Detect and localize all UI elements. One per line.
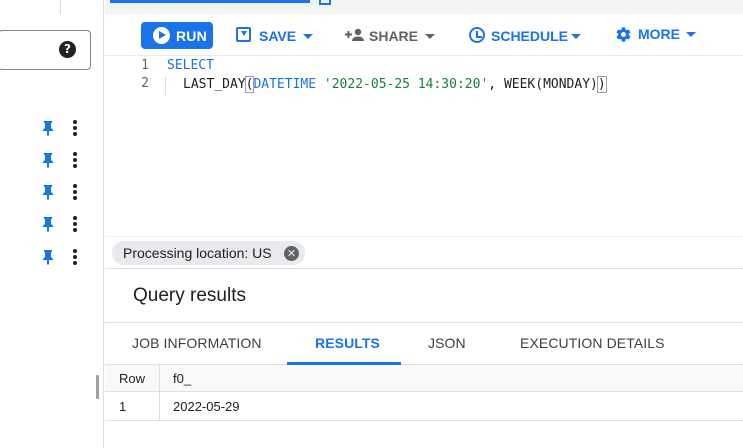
table-header: Row f0_ <box>105 365 743 392</box>
line-gutter: 1 2 <box>105 56 165 236</box>
explorer-panel: ? <box>0 0 104 448</box>
more-vert-icon[interactable] <box>71 151 79 169</box>
more-button[interactable]: MORE <box>615 26 699 46</box>
results-tabs: JOB INFORMATION RESULTS JSON EXECUTION D… <box>105 322 743 365</box>
schedule-button[interactable]: SCHEDULE <box>469 26 583 46</box>
text-cursor <box>605 76 607 90</box>
pin-icon[interactable] <box>40 120 56 136</box>
editor-tab-strip <box>105 0 743 14</box>
table-cell[interactable]: 2022-05-29 <box>173 399 240 414</box>
resource-row[interactable] <box>38 213 88 235</box>
help-icon[interactable]: ? <box>59 41 76 58</box>
play-icon <box>153 27 170 44</box>
save-icon <box>236 27 251 42</box>
add-person-icon <box>345 28 364 41</box>
resource-row[interactable] <box>38 117 88 139</box>
resource-row[interactable] <box>38 181 88 203</box>
schedule-label: SCHEDULE <box>491 28 569 44</box>
query-results-title: Query results <box>133 285 246 306</box>
share-label: SHARE <box>369 28 419 44</box>
sql-argument: WEEK(MONDAY) <box>503 77 598 92</box>
code-line[interactable]: SELECT <box>167 58 214 73</box>
divider <box>60 0 61 14</box>
chevron-down-icon <box>425 34 435 39</box>
clock-icon <box>469 27 485 43</box>
sql-function: LAST_DAY <box>183 77 246 92</box>
code-line[interactable]: LAST_DAY(DATETIME '2022-05-25 14:30:20',… <box>183 76 607 93</box>
sql-editor[interactable]: 1 2 SELECT LAST_DAY(DATETIME '2022-05-25… <box>105 56 743 236</box>
column-header: Row <box>119 371 146 386</box>
chevron-down-icon <box>571 34 581 39</box>
line-number: 1 <box>141 58 149 73</box>
tab-job-information[interactable]: JOB INFORMATION <box>132 335 262 351</box>
indent-guide <box>165 77 166 95</box>
pin-icon[interactable] <box>40 216 56 232</box>
results-table: Row f0_ 1 2022-05-29 <box>105 365 743 421</box>
column-header: f0_ <box>173 371 192 386</box>
resource-row[interactable] <box>38 246 88 268</box>
pin-icon[interactable] <box>40 249 56 265</box>
row-number-cell: 1 <box>119 399 127 414</box>
table-row[interactable]: 1 2022-05-29 <box>105 393 743 421</box>
tab-results[interactable]: RESULTS <box>315 335 380 351</box>
gear-icon <box>616 27 631 42</box>
query-editor-area: RUN SAVE SHARE SCHEDULE MORE 1 2 SELECT … <box>105 0 743 448</box>
sql-punct: , <box>488 77 504 92</box>
pin-icon[interactable] <box>40 152 56 168</box>
tab-execution-details[interactable]: EXECUTION DETAILS <box>520 335 665 351</box>
line-number: 2 <box>141 76 149 91</box>
editor-toolbar: RUN SAVE SHARE SCHEDULE MORE <box>105 14 743 56</box>
chevron-down-icon <box>686 32 696 37</box>
active-editor-tab[interactable] <box>110 0 310 3</box>
close-icon[interactable]: ✕ <box>284 246 299 261</box>
sql-keyword: SELECT <box>167 58 214 73</box>
sql-string: '2022-05-25 14:30:20' <box>323 77 489 92</box>
bracket-match: ) <box>596 76 607 93</box>
column-divider <box>159 365 160 421</box>
chevron-down-icon <box>303 34 313 39</box>
processing-location-label: Processing location: US <box>123 245 272 261</box>
processing-location-chip[interactable]: Processing location: US ✕ <box>112 241 305 265</box>
explorer-search-input[interactable]: ? <box>0 30 91 70</box>
save-label: SAVE <box>259 28 297 44</box>
run-button[interactable]: RUN <box>141 22 213 49</box>
bigquery-console: ? RUN SAVE SHARE SCHEDULE MORE 1 2 SELEC… <box>0 0 743 448</box>
processing-location-bar: Processing location: US ✕ <box>105 236 743 268</box>
more-label: MORE <box>638 26 680 42</box>
more-vert-icon[interactable] <box>71 248 79 266</box>
more-vert-icon[interactable] <box>71 119 79 137</box>
resource-row[interactable] <box>38 149 88 171</box>
run-label: RUN <box>176 28 207 44</box>
new-tab-icon[interactable] <box>319 0 331 5</box>
more-vert-icon[interactable] <box>71 215 79 233</box>
save-button[interactable]: SAVE <box>236 26 316 46</box>
pin-icon[interactable] <box>40 184 56 200</box>
share-button[interactable]: SHARE <box>345 26 437 46</box>
divider <box>105 268 743 269</box>
more-vert-icon[interactable] <box>71 183 79 201</box>
sql-type: DATETIME <box>253 77 317 92</box>
tab-json[interactable]: JSON <box>428 335 466 351</box>
panel-resize-handle[interactable] <box>96 375 99 399</box>
